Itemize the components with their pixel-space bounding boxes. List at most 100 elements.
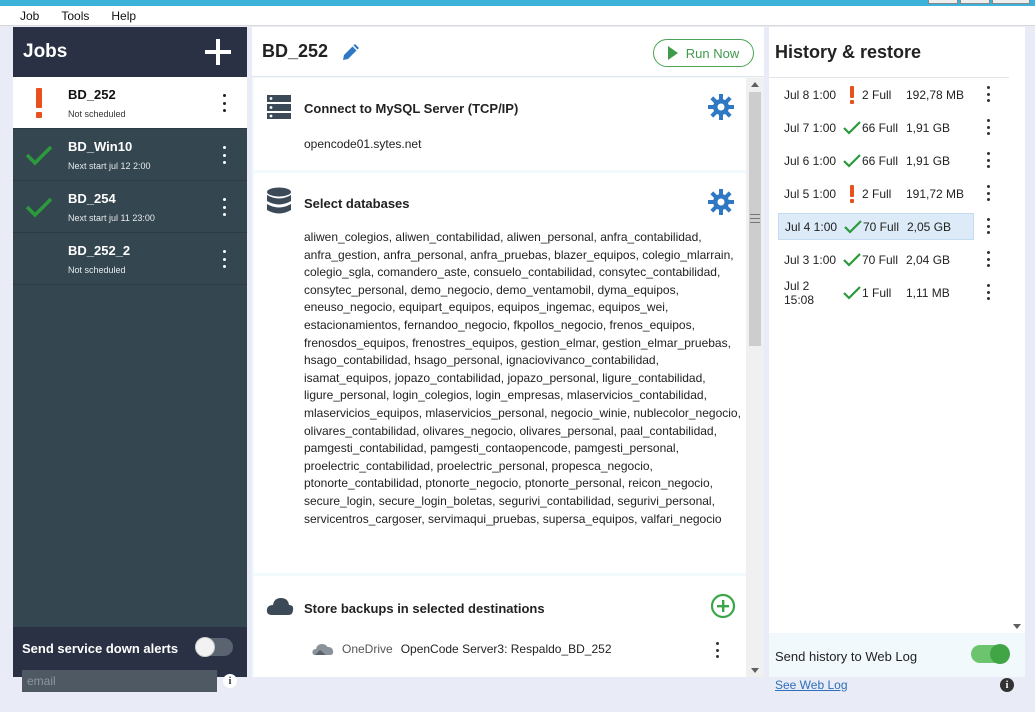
play-icon: [667, 46, 678, 60]
history-date: Jul 6 1:00: [784, 153, 837, 168]
weblog-toggle[interactable]: [971, 644, 1010, 664]
check-icon: [842, 285, 862, 300]
more-vertical-icon: [986, 251, 990, 254]
job-menu-button[interactable]: [221, 94, 227, 112]
jobs-panel: Jobs BD_252 Not scheduled BD_Win10 Next …: [13, 27, 247, 692]
history-header: History & restore: [769, 27, 1025, 77]
job-name: BD_252: [68, 87, 116, 102]
history-scrollbar[interactable]: [1009, 77, 1025, 633]
service-alerts-toggle[interactable]: [195, 637, 233, 657]
history-size: 191,72 MB: [906, 186, 965, 201]
history-date: Jul 4 1:00: [785, 219, 838, 234]
history-size: 1,91 GB: [906, 120, 951, 135]
history-row[interactable]: Jul 8 1:00 2 Full 192,78 MB: [778, 81, 974, 108]
destinations-title: Store backups in selected destinations: [304, 601, 545, 616]
history-list: Jul 8 1:00 2 Full 192,78 MB Jul 7 1:00 66 Fu…: [769, 77, 1025, 633]
check-icon: [842, 120, 862, 135]
connect-card: Connect to MySQL Server (TCP/IP) opencod…: [254, 78, 746, 170]
job-menu-button[interactable]: [221, 146, 227, 164]
scroll-up-icon[interactable]: [751, 82, 759, 87]
job-schedule: Next start jul 11 23:00: [68, 213, 155, 223]
job-detail-scrollbar[interactable]: [746, 78, 764, 677]
history-date: Jul 5 1:00: [784, 186, 837, 201]
history-date: Jul 8 1:00: [784, 87, 837, 102]
job-menu-button[interactable]: [221, 250, 227, 268]
more-vertical-icon: [222, 94, 226, 97]
destination-row[interactable]: OneDrive OpenCode Server3: Respaldo_BD_2…: [312, 642, 612, 656]
plus-circle-icon[interactable]: [710, 593, 736, 619]
gear-icon[interactable]: [708, 189, 734, 215]
history-row-menu-button[interactable]: [985, 218, 991, 234]
check-icon: [25, 193, 53, 221]
history-row[interactable]: Jul 7 1:00 66 Full 1,91 GB: [778, 114, 974, 141]
see-weblog-link[interactable]: See Web Log: [775, 678, 848, 692]
job-schedule: Next start jul 12 2:00: [68, 161, 151, 171]
server-host: opencode01.sytes.net: [304, 137, 422, 151]
history-row-menu-button[interactable]: [985, 185, 991, 201]
history-backup-type: 2 Full: [862, 87, 892, 102]
job-menu-button[interactable]: [221, 198, 227, 216]
menu-tools[interactable]: Tools: [61, 9, 89, 23]
destination-provider: OneDrive: [342, 642, 393, 656]
history-row-menu-button[interactable]: [985, 251, 991, 267]
more-vertical-icon: [986, 152, 990, 155]
job-title: BD_252: [262, 41, 329, 61]
more-vertical-icon: [715, 642, 719, 645]
history-backup-type: 66 Full: [862, 120, 899, 135]
history-panel: History & restore Jul 8 1:00 2 Full 192,78…: [769, 27, 1025, 692]
add-job-button[interactable]: [203, 37, 233, 67]
window-minimize-button[interactable]: [928, 0, 958, 4]
menu-job[interactable]: Job: [20, 9, 39, 23]
history-row[interactable]: Jul 4 1:00 70 Full 2,05 GB: [778, 213, 974, 240]
history-row[interactable]: Jul 2 15:08 1 Full 1,11 MB: [778, 278, 974, 307]
database-icon: [267, 187, 291, 214]
window-bottom-edge: [0, 706, 1035, 712]
menu-help[interactable]: Help: [111, 9, 136, 23]
pencil-icon[interactable]: [340, 41, 362, 63]
job-detail-panel: BD_252 Run Now Connect to MySQL Server (…: [252, 27, 764, 677]
window-maximize-button[interactable]: [960, 0, 990, 4]
info-icon[interactable]: i: [223, 674, 237, 688]
history-backup-type: 2 Full: [862, 186, 892, 201]
history-row[interactable]: Jul 3 1:00 70 Full 2,04 GB: [778, 246, 974, 273]
databases-title: Select databases: [304, 196, 410, 211]
warning-icon: [842, 184, 862, 203]
history-size: 192,78 MB: [906, 87, 965, 102]
more-vertical-icon: [222, 146, 226, 149]
more-vertical-icon: [222, 198, 226, 201]
history-row-menu-button[interactable]: [985, 86, 991, 102]
history-date: Jul 2 15:08: [784, 278, 815, 307]
destinations-card: Store backups in selected destinations O…: [254, 576, 746, 677]
warning-icon: [842, 85, 862, 104]
database-list: aliwen_colegios, aliwen_contabilidad, al…: [304, 230, 741, 526]
alerts-label: Send service down alerts: [22, 641, 179, 656]
check-icon: [842, 153, 862, 168]
scroll-down-icon[interactable]: [1013, 624, 1021, 629]
history-row[interactable]: Jul 5 1:00 2 Full 191,72 MB: [778, 180, 974, 207]
more-vertical-icon: [986, 185, 990, 188]
history-size: 1,91 GB: [906, 153, 951, 168]
history-backup-type: 66 Full: [862, 153, 899, 168]
job-item-bd-win10[interactable]: BD_Win10 Next start jul 12 2:00: [13, 129, 247, 181]
history-row[interactable]: Jul 6 1:00 66 Full 1,91 GB: [778, 147, 974, 174]
job-item-bd-252[interactable]: BD_252 Not scheduled: [13, 77, 247, 129]
more-vertical-icon: [986, 119, 990, 122]
gear-icon[interactable]: [708, 94, 734, 120]
scroll-down-icon[interactable]: [751, 668, 759, 673]
history-size: 2,04 GB: [906, 252, 951, 267]
history-row-menu-button[interactable]: [985, 152, 991, 168]
history-row-menu-button[interactable]: [985, 284, 991, 300]
more-vertical-icon: [986, 218, 990, 221]
history-row-menu-button[interactable]: [985, 119, 991, 135]
job-item-bd-254[interactable]: BD_254 Next start jul 11 23:00: [13, 181, 247, 233]
history-size: 2,05 GB: [907, 219, 952, 234]
email-input[interactable]: [22, 670, 217, 692]
job-schedule: Not scheduled: [68, 265, 126, 275]
destination-menu-button[interactable]: [714, 642, 720, 658]
job-name: BD_254: [68, 191, 116, 206]
window-close-button[interactable]: [992, 0, 1030, 4]
job-detail-content: Connect to MySQL Server (TCP/IP) opencod…: [252, 78, 746, 677]
info-icon[interactable]: i: [1000, 678, 1014, 692]
job-item-bd-252-2[interactable]: BD_252_2 Not scheduled: [13, 233, 247, 285]
run-now-button[interactable]: Run Now: [653, 39, 754, 67]
